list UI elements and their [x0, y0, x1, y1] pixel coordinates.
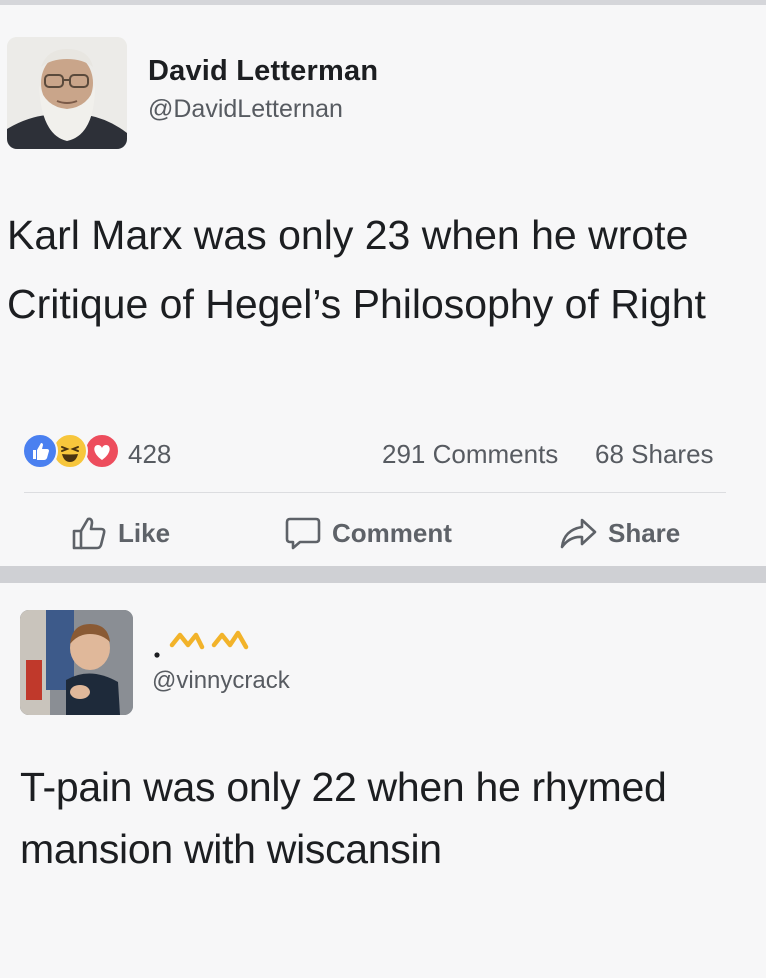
reaction-icons[interactable] — [22, 433, 142, 473]
avatar-child-photo-icon — [20, 610, 133, 715]
like-label: Like — [118, 517, 171, 548]
like-reaction-icon — [22, 433, 58, 469]
comment-button[interactable]: Comment — [284, 513, 452, 553]
shares-count-link[interactable]: 68 Shares — [595, 439, 714, 470]
comments-count-link[interactable]: 291 Comments — [382, 439, 558, 470]
like-button[interactable]: Like — [70, 513, 170, 553]
author-handle[interactable]: @vinnycrack — [152, 667, 290, 695]
thumbs-up-icon — [72, 517, 106, 550]
post-card-2: @vinnycrack T-pain was only 22 when he r… — [0, 583, 766, 978]
author-name-mark[interactable] — [152, 619, 302, 665]
reaction-count[interactable]: 428 — [128, 439, 171, 470]
post-text: T-pain was only 22 when he rhymed mansio… — [20, 764, 667, 872]
avatar[interactable] — [7, 37, 127, 149]
divider — [24, 492, 726, 493]
avatar[interactable] — [20, 610, 133, 715]
comment-label: Comment — [332, 517, 452, 548]
comment-bubble-icon — [285, 517, 321, 550]
post-card-1: David Letterman @DavidLetternan Karl Mar… — [0, 5, 766, 565]
post-text: Karl Marx was only 23 when he wrote Crit… — [7, 212, 706, 327]
avatar-portrait-icon — [7, 37, 127, 149]
author-handle[interactable]: @DavidLetternan — [148, 95, 343, 124]
share-button[interactable]: Share — [558, 513, 680, 553]
love-reaction-icon — [84, 433, 120, 469]
golden-crown-mark-icon — [154, 630, 249, 658]
section-separator-bar — [0, 566, 766, 583]
share-arrow-icon — [560, 518, 597, 549]
author-name[interactable]: David Letterman — [148, 55, 378, 88]
share-label: Share — [608, 517, 681, 548]
